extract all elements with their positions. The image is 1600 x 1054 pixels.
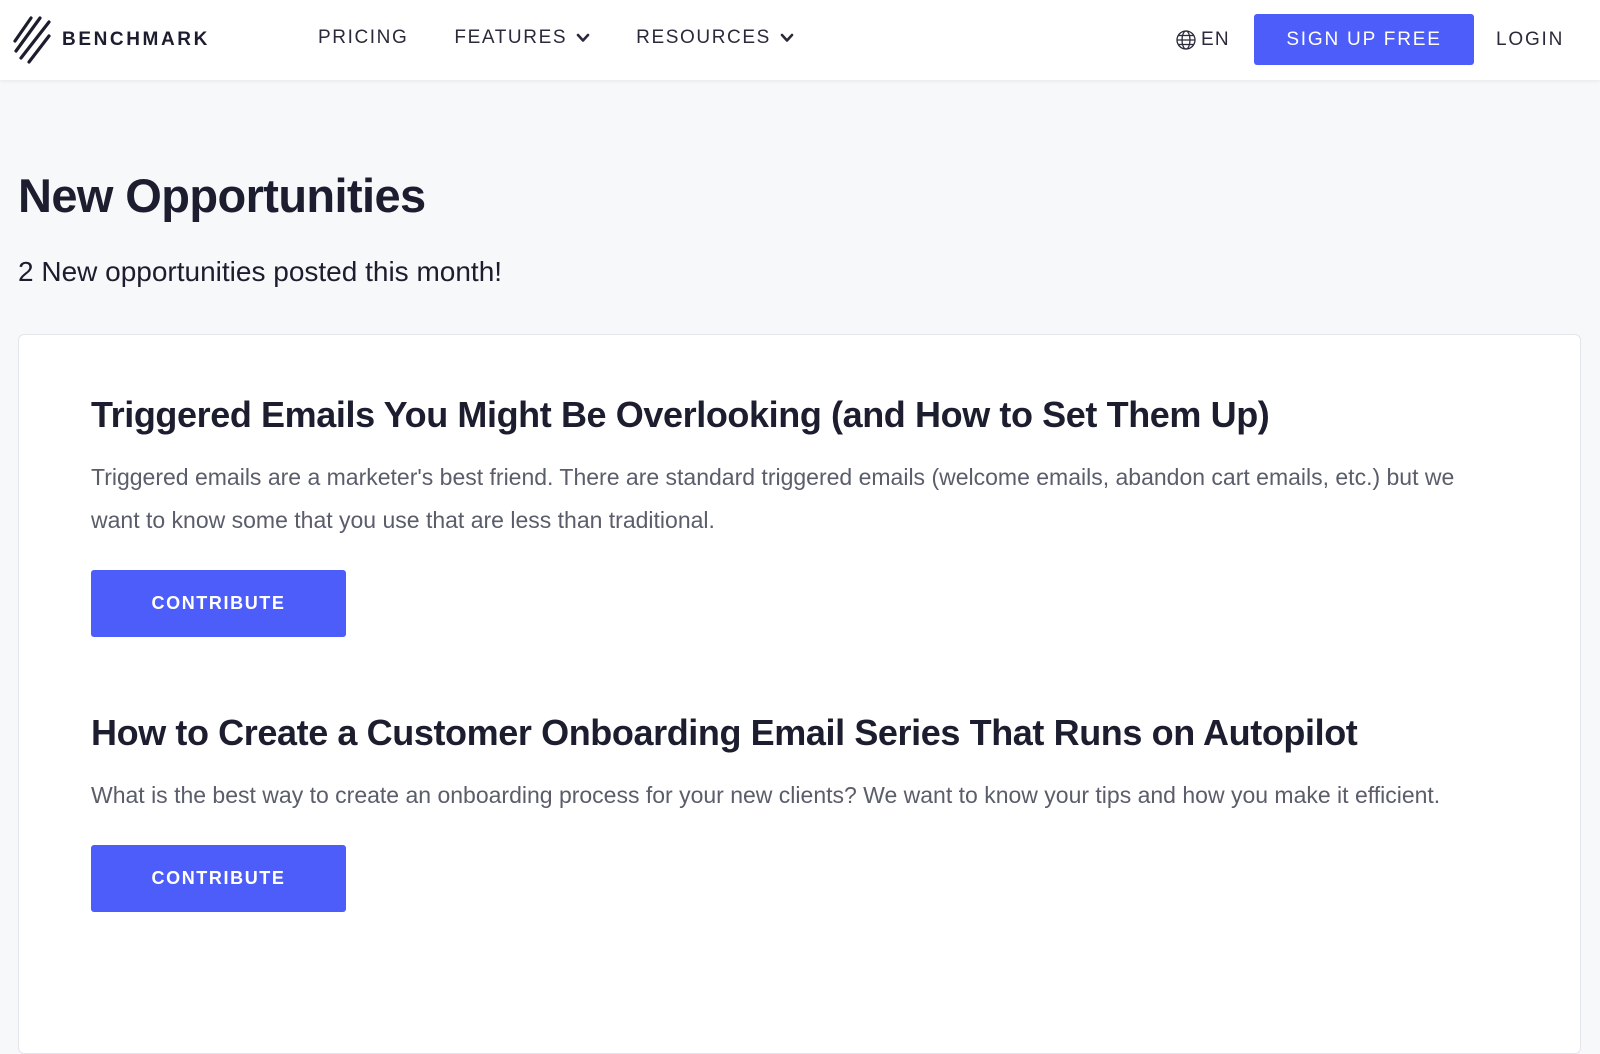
chevron-down-icon [576, 33, 590, 42]
site-header: BENCHMARK PRICING FEATURES RESOURCES EN … [0, 0, 1600, 80]
opportunity-item: How to Create a Customer Onboarding Emai… [91, 711, 1491, 913]
page-subtitle: 2 New opportunities posted this month! [18, 256, 503, 287]
main-nav: PRICING FEATURES RESOURCES [318, 22, 794, 54]
opportunity-item: Triggered Emails You Might Be Overlookin… [91, 393, 1491, 638]
benchmark-logo[interactable]: BENCHMARK [12, 14, 210, 66]
opportunity-description: What is the best way to create an onboar… [91, 782, 1441, 809]
contribute-button[interactable]: CONTRIBUTE [91, 570, 346, 638]
language-selector[interactable]: EN [1175, 24, 1230, 56]
opportunity-description: Triggered emails are a marketer's best f… [91, 464, 1455, 534]
sign-up-free-button[interactable]: SIGN UP FREE [1254, 14, 1474, 65]
opportunity-title: Triggered Emails You Might Be Overlookin… [91, 394, 1270, 435]
nav-item-label: FEATURES [454, 27, 568, 48]
nav-item-features[interactable]: FEATURES [454, 22, 590, 54]
nav-item-label: PRICING [318, 27, 409, 48]
language-label: EN [1201, 29, 1230, 50]
globe-icon [1176, 30, 1196, 50]
login-link[interactable]: LOGIN [1496, 24, 1564, 56]
opportunity-title: How to Create a Customer Onboarding Emai… [91, 712, 1358, 753]
nav-item-pricing[interactable]: PRICING [318, 22, 408, 54]
chevron-down-icon [780, 33, 794, 42]
contribute-button[interactable]: CONTRIBUTE [91, 845, 346, 913]
benchmark-logo-icon [13, 16, 51, 64]
logo-wordmark: BENCHMARK [62, 29, 210, 50]
nav-item-label: RESOURCES [636, 27, 771, 48]
opportunities-card: Triggered Emails You Might Be Overlookin… [18, 334, 1581, 1054]
page-title: New Opportunities [18, 169, 426, 222]
nav-item-resources[interactable]: RESOURCES [636, 22, 794, 54]
